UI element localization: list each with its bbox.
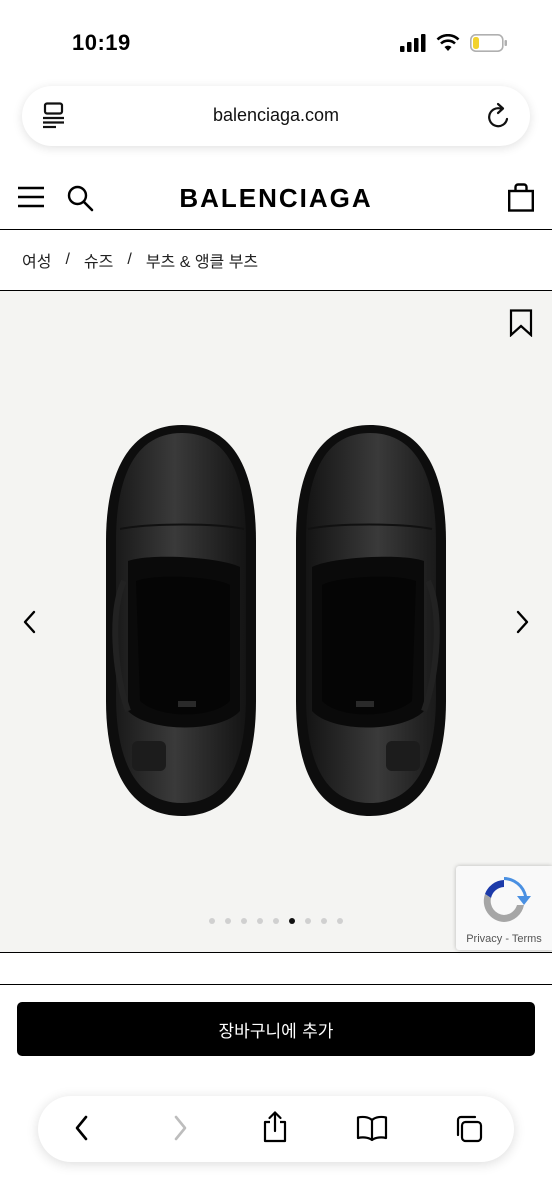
recaptcha-badge[interactable]: Privacy - Terms [456,866,552,950]
status-bar: 10:19 [0,0,552,80]
wifi-icon [436,34,460,51]
book-icon[interactable] [356,1114,388,1142]
chevron-left-icon[interactable] [20,609,40,635]
breadcrumb-item[interactable]: 여성 [22,248,51,272]
breadcrumb-item[interactable]: 슈즈 [84,248,113,272]
slide-dot[interactable] [241,918,247,924]
slide-dot[interactable] [209,918,215,924]
breadcrumb: 여성 / 슈즈 / 부츠 & 앵클 부츠 [0,230,552,291]
browser-toolbar [38,1096,514,1162]
recaptcha-terms-link[interactable]: Terms [512,933,542,945]
url-text[interactable]: balenciaga.com [22,105,530,126]
site-header: BALENCIAGA [0,168,552,230]
battery-icon [470,34,507,52]
slide-dot[interactable] [257,918,263,924]
breadcrumb-separator: / [127,251,132,268]
product-gallery[interactable] [0,291,552,953]
slide-dot[interactable] [337,918,343,924]
left-boot [106,425,256,816]
section-divider [0,984,552,985]
status-icons [400,34,508,52]
address-bar[interactable]: balenciaga.com [22,86,530,146]
share-icon[interactable] [262,1110,288,1144]
chevron-right-icon[interactable] [512,609,532,635]
tabs-icon[interactable] [454,1114,484,1144]
product-image [106,425,446,816]
recaptcha-privacy-link[interactable]: Privacy [466,933,502,945]
chevron-right-icon[interactable] [170,1113,190,1143]
chevron-left-icon[interactable] [72,1113,92,1143]
recaptcha-links: Privacy - Terms [456,933,552,945]
slide-dot-active[interactable] [289,918,295,924]
add-to-cart-button[interactable]: 장바구니에 추가 [17,1002,535,1056]
slide-dot[interactable] [305,918,311,924]
breadcrumb-separator: / [65,251,70,268]
status-time: 10:19 [72,30,131,55]
slide-dot[interactable] [321,918,327,924]
signal-icon [400,34,426,52]
recaptcha-separator: - [502,933,512,945]
reload-icon[interactable] [486,102,512,130]
brand-logo[interactable]: BALENCIAGA [0,183,552,214]
slide-dot[interactable] [273,918,279,924]
right-boot [296,425,446,816]
slide-dot[interactable] [225,918,231,924]
bookmark-icon[interactable] [509,309,533,337]
recaptcha-icon [483,877,531,922]
breadcrumb-item[interactable]: 부츠 & 앵클 부츠 [146,248,258,272]
bag-icon[interactable] [508,182,534,212]
